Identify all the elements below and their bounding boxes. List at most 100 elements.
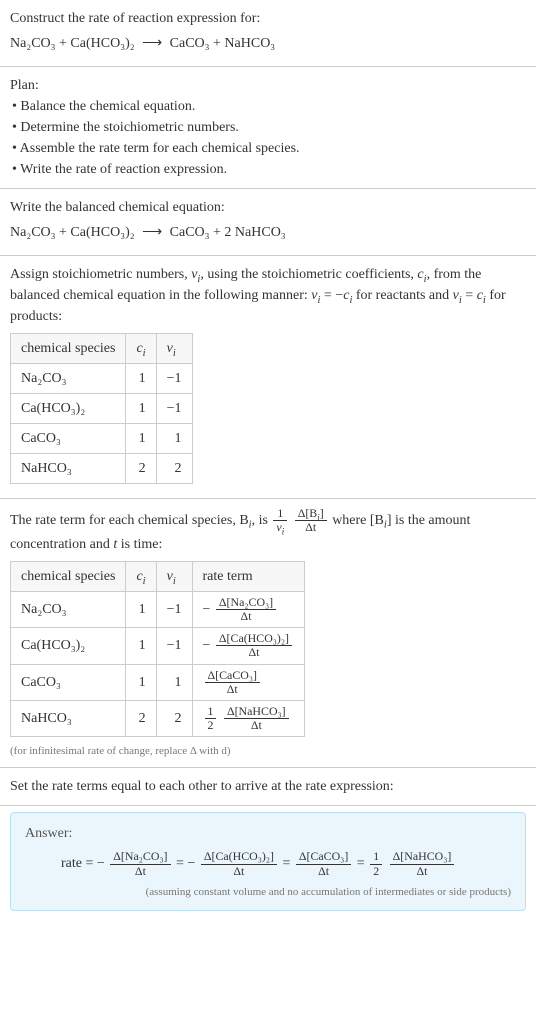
frac-num: Δ[CaCO₃] xyxy=(296,850,351,864)
cell-rate-term: − Δ[Na₂CO₃] Δt xyxy=(192,592,305,628)
cell-c: 1 xyxy=(126,628,156,664)
col-header-species: chemical species xyxy=(11,562,126,592)
section-final-heading: Set the rate terms equal to each other t… xyxy=(0,768,536,806)
frac-num: Δ[Ca(HCO₃)₂] xyxy=(216,632,292,646)
table-row: NaHCO₃ 2 2 1 2 Δ[NaHCO₃] Δt xyxy=(11,700,305,736)
cell-c: 1 xyxy=(126,364,156,394)
sub-i: i xyxy=(143,576,146,587)
cell-species: Na₂CO₃ xyxy=(11,364,126,394)
answer-label: Answer: xyxy=(25,823,511,844)
frac-den: Δt xyxy=(110,865,170,878)
frac-num: Δ[Bi] xyxy=(295,507,327,521)
sub-i: i xyxy=(282,526,284,536)
cell-c: 1 xyxy=(126,664,156,700)
cell-species: NaHCO₃ xyxy=(11,454,126,484)
table-header-row: chemical species ci νi xyxy=(11,334,193,364)
cell-c: 1 xyxy=(126,592,156,628)
sign: − xyxy=(97,856,105,871)
fraction: Δ[Na₂CO₃] Δt xyxy=(216,596,276,623)
sub-i: i xyxy=(143,348,146,359)
table-row: CaCO₃ 1 1 xyxy=(11,424,193,454)
eq-sep: = xyxy=(282,856,293,871)
frac-num: Δ[Ca(HCO₃)₂] xyxy=(201,850,277,864)
answer-equation: rate = − Δ[Na₂CO₃] Δt = − Δ[Ca(HCO₃)₂] Δ… xyxy=(25,850,511,877)
fraction: Δ[NaHCO₃] Δt xyxy=(390,850,455,877)
col-header-rate-term: rate term xyxy=(192,562,305,592)
cell-c: 2 xyxy=(126,454,156,484)
cell-nu: −1 xyxy=(156,592,192,628)
plan-item: Balance the chemical equation. xyxy=(12,96,526,117)
cell-species: CaCO₃ xyxy=(11,424,126,454)
frac-den: Δt xyxy=(201,865,277,878)
frac-den: Δt xyxy=(296,865,351,878)
frac-den: Δt xyxy=(390,865,455,878)
fraction-coeff: 1 2 xyxy=(370,850,382,877)
cell-rate-term: 1 2 Δ[NaHCO₃] Δt xyxy=(192,700,305,736)
cell-species: NaHCO₃ xyxy=(11,700,126,736)
cell-c: 1 xyxy=(126,394,156,424)
eq-sep: = xyxy=(357,856,368,871)
arrow-icon xyxy=(138,222,166,243)
fraction: Δ[Ca(HCO₃)₂] Δt xyxy=(216,632,292,659)
sign: − xyxy=(203,602,211,617)
frac-den: νi xyxy=(273,521,287,534)
rate-table: chemical species ci νi rate term Na₂CO₃ … xyxy=(10,561,305,737)
frac-num: Δ[NaHCO₃] xyxy=(390,850,455,864)
frac-den: 2 xyxy=(205,719,217,732)
fraction-one-over-nu: 1 νi xyxy=(273,507,287,534)
final-heading: Set the rate terms equal to each other t… xyxy=(10,776,526,797)
text: The rate term for each chemical species,… xyxy=(10,513,249,528)
rate-lead: rate = xyxy=(61,856,97,871)
fraction: Δ[Ca(HCO₃)₂] Δt xyxy=(201,850,277,877)
balanced-heading: Write the balanced chemical equation: xyxy=(10,197,526,218)
unbalanced-equation: Na₂CO₃ + Ca(HCO₃)₂ CaCO₃ + NaHCO₃ xyxy=(10,33,526,54)
text: ] xyxy=(320,506,324,520)
table-row: Na₂CO₃ 1 −1 − Δ[Na₂CO₃] Δt xyxy=(11,592,305,628)
frac-num: Δ[Na₂CO₃] xyxy=(216,596,276,610)
cell-nu: −1 xyxy=(156,364,192,394)
cell-species: Ca(HCO₃)₂ xyxy=(11,628,126,664)
fraction-coeff: 1 2 xyxy=(205,705,217,732)
section-stoich: Assign stoichiometric numbers, νi, using… xyxy=(0,256,536,499)
text: Assign stoichiometric numbers, xyxy=(10,267,191,282)
text: , using the stoichiometric coefficients, xyxy=(200,267,417,282)
eq-lhs: Na₂CO₃ + Ca(HCO₃)₂ xyxy=(10,36,135,51)
text: = xyxy=(462,288,477,303)
frac-num: 1 xyxy=(205,705,217,719)
section-plan: Plan: Balance the chemical equation. Det… xyxy=(0,67,536,189)
eq-rhs: CaCO₃ + NaHCO₃ xyxy=(170,36,276,51)
text: for reactants and xyxy=(352,288,452,303)
stoich-text: Assign stoichiometric numbers, νi, using… xyxy=(10,264,526,327)
col-header-nu: νi xyxy=(156,562,192,592)
col-header-c: ci xyxy=(126,334,156,364)
sub-i: i xyxy=(173,348,176,359)
frac-den: 2 xyxy=(370,865,382,878)
rate-term-text: The rate term for each chemical species,… xyxy=(10,507,526,555)
cell-species: CaCO₃ xyxy=(11,664,126,700)
text: is time: xyxy=(117,537,162,552)
answer-note: (assuming constant volume and no accumul… xyxy=(25,884,511,901)
frac-den: Δt xyxy=(205,683,260,696)
cell-species: Ca(HCO₃)₂ xyxy=(11,394,126,424)
text: = − xyxy=(320,288,343,303)
fraction: Δ[CaCO₃] Δt xyxy=(205,669,260,696)
col-header-species: chemical species xyxy=(11,334,126,364)
frac-den: Δt xyxy=(216,610,276,623)
frac-num: Δ[Na₂CO₃] xyxy=(110,850,170,864)
section-rate-term: The rate term for each chemical species,… xyxy=(0,499,536,768)
plan-item: Write the rate of reaction expression. xyxy=(12,159,526,180)
cell-species: Na₂CO₃ xyxy=(11,592,126,628)
text: , is xyxy=(252,513,272,528)
frac-num: 1 xyxy=(370,850,382,864)
frac-den: Δt xyxy=(224,719,289,732)
section-prompt: Construct the rate of reaction expressio… xyxy=(0,0,536,67)
fraction: Δ[NaHCO₃] Δt xyxy=(224,705,289,732)
eq-rhs: CaCO₃ + 2 NaHCO₃ xyxy=(170,225,286,240)
cell-nu: 1 xyxy=(156,424,192,454)
sign: − xyxy=(187,856,195,871)
col-header-c: ci xyxy=(126,562,156,592)
fraction: Δ[Na₂CO₃] Δt xyxy=(110,850,170,877)
cell-nu: −1 xyxy=(156,628,192,664)
eq-lhs: Na₂CO₃ + Ca(HCO₃)₂ xyxy=(10,225,135,240)
table-row: NaHCO₃ 2 2 xyxy=(11,454,193,484)
